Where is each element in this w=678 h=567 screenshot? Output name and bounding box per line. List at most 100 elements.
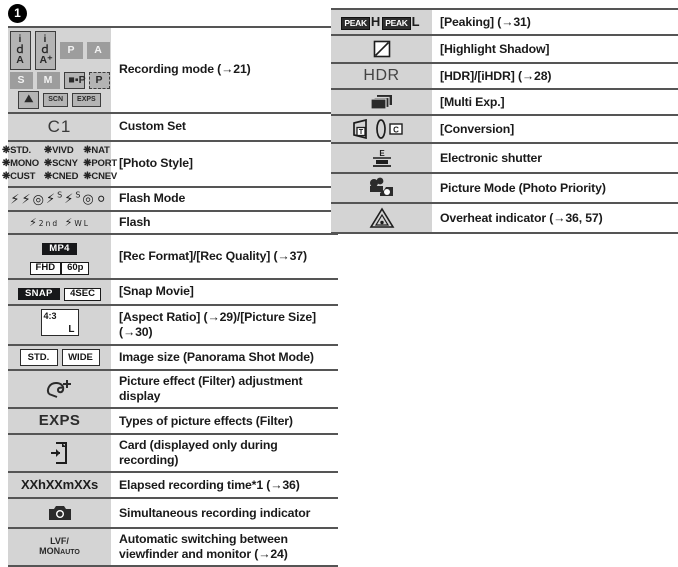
photo-style-item: ❋ STD.: [1, 144, 31, 156]
row-description: Recording mode (→21): [111, 26, 338, 114]
rec-format-icon: MP4 FHD 60p: [8, 233, 111, 280]
row-description: Image size (Panorama Shot Mode): [111, 344, 338, 372]
table-row: ⚡⚡◎⚡S⚡S◎⚪ Flash Mode: [8, 186, 338, 212]
picture-effect-adjust-icon: [8, 370, 111, 410]
flash-redeye-icon: ⚡◎: [21, 191, 46, 207]
hdr-icon: HDR: [331, 63, 432, 90]
table-row: [Highlight Shadow]: [331, 35, 678, 64]
row-description: Automatic switching between viewfinder a…: [111, 528, 338, 567]
mode-creative-movie-icon: ■▪P: [63, 71, 86, 89]
section-number-badge: 1: [8, 4, 27, 23]
photo-style-icons: ❋ STD. ❋ VIVD ❋ NAT ❋ MONO ❋ SCNY ❋ PORT ❋ CUST…: [2, 140, 117, 188]
mode-ia-plus-icon: iｄA⁺: [34, 31, 56, 70]
row-description: [Photo Style]: [111, 140, 338, 188]
row-description: Flash: [111, 210, 338, 235]
picture-effect-type-icon: EXPS: [8, 408, 111, 436]
svg-text:T: T: [358, 129, 363, 136]
row-description: [Peaking] (→31): [432, 8, 678, 36]
left-icon-table: iｄA iｄA⁺ P A S M ■▪P P ⛰ SCN EXPS Record…: [2, 26, 338, 567]
flash-slow-sync-icon: ⚡S: [45, 190, 65, 207]
multi-exposure-icon: [331, 89, 432, 117]
picture-effect-type-label: EXPS: [38, 412, 81, 430]
card-icon: [8, 434, 111, 474]
peak-chip-high-icon: PEAK: [341, 17, 370, 31]
row-description: Card (displayed only during recording): [111, 434, 338, 474]
snap-movie-label: SNAP: [18, 287, 60, 301]
table-row: HDR [HDR]/[iHDR] (→28): [331, 63, 678, 90]
table-row: Picture Mode (Photo Priority): [331, 173, 678, 205]
photo-style-item: ❋ PORT: [83, 157, 118, 169]
highlight-shadow-icon: [331, 35, 432, 64]
mode-p-icon: P: [59, 41, 83, 59]
table-row: T C [Conversion]: [331, 115, 678, 145]
mode-a-icon: A: [86, 41, 110, 59]
peak-chip-low-icon: PEAK: [382, 17, 411, 31]
row-description: Picture effect (Filter) adjustment displ…: [111, 370, 338, 410]
table-row: iｄA iｄA⁺ P A S M ■▪P P ⛰ SCN EXPS Record…: [8, 26, 338, 114]
mode-panorama-icon: ⛰: [18, 91, 40, 109]
peak-low-label: L: [411, 14, 420, 29]
peaking-icons: PEAK H PEAK L: [331, 8, 432, 36]
table-row: 4:3 L [Aspect Ratio] (→29)/[Picture Size…: [8, 304, 338, 346]
flash-off-icon: ⚪: [95, 191, 109, 207]
row-description: Picture Mode (Photo Priority): [432, 173, 678, 205]
table-row: E Electronic shutter: [331, 143, 678, 175]
table-row: STD. WIDE Image size (Panorama Shot Mode…: [8, 344, 338, 372]
row-description: Elapsed recording time*1 (→36): [111, 472, 338, 500]
hdr-label: HDR: [363, 67, 400, 84]
picture-size-value: L: [68, 323, 75, 335]
row-description: [Rec Format]/[Rec Quality] (→37): [111, 233, 338, 280]
electronic-shutter-icon: E: [331, 143, 432, 175]
table-row: PEAK H PEAK L [Peaking] (→31): [331, 8, 678, 36]
mode-ia-icon: iｄA: [9, 31, 31, 70]
rec-format-label: MP4: [42, 242, 77, 256]
row-description: [Snap Movie]: [111, 278, 338, 306]
photo-style-item: ❋ SCNY: [43, 157, 78, 169]
aspect-ratio-icon: 4:3 L: [8, 304, 111, 346]
photo-style-item: ❋ MONO: [1, 157, 39, 169]
snap-movie-duration-label: 4SEC: [64, 287, 101, 301]
table-row: Picture effect (Filter) adjustment displ…: [8, 370, 338, 410]
panorama-standard-icon: STD.: [19, 348, 58, 367]
mode-m-icon: M: [36, 71, 60, 89]
custom-set-label: C1: [47, 116, 72, 136]
right-icon-table: PEAK H PEAK L [Peaking] (→31) [Highlight Sh…: [331, 8, 678, 235]
table-row: Card (displayed only during recording): [8, 434, 338, 474]
elapsed-time-label: XXhXXmXXs: [21, 477, 98, 493]
table-row: [Multi Exp.]: [331, 89, 678, 117]
row-description: [Aspect Ratio] (→29)/[Picture Size] (→30…: [111, 304, 338, 346]
peak-high-label: H: [370, 14, 381, 29]
svg-text:C: C: [393, 126, 399, 135]
table-row: Overheat indicator (→36, 57): [331, 203, 678, 235]
flash-wireless-icon: ⚡WL: [64, 215, 90, 229]
lvf-line2: MON: [39, 546, 61, 557]
row-description: Custom Set: [111, 112, 338, 142]
elapsed-time-icon: XXhXXmXXs: [8, 472, 111, 500]
simultaneous-recording-icon: [8, 498, 111, 530]
row-description: Electronic shutter: [432, 143, 678, 175]
custom-set-icon: C1: [8, 112, 111, 142]
flash-auto-icon: ⚡: [10, 191, 22, 207]
table-row: SNAP 4SEC [Snap Movie]: [8, 278, 338, 306]
table-row: MP4 FHD 60p [Rec Format]/[Rec Quality] (→…: [8, 233, 338, 280]
row-description: Simultaneous recording indicator: [111, 498, 338, 530]
row-description: Overheat indicator (→36, 57): [432, 203, 678, 235]
table-row: EXPS Types of picture effects (Filter): [8, 408, 338, 436]
table-row: ❋ STD. ❋ VIVD ❋ NAT ❋ MONO ❋ SCNY ❋ PORT ❋ CUST…: [2, 140, 338, 188]
mode-custom-p-icon: P: [88, 71, 110, 89]
row-description: Types of picture effects (Filter): [111, 408, 338, 436]
photo-style-item: ❋ NAT: [83, 144, 110, 156]
table-row: LVF/ MONAUTO Automatic switching between…: [8, 528, 338, 567]
panorama-size-icons: STD. WIDE: [8, 344, 111, 372]
rec-quality-fps-label: 60p: [61, 261, 90, 275]
aspect-ratio-value: 4:3: [43, 310, 57, 321]
table-row: Simultaneous recording indicator: [8, 498, 338, 530]
photo-style-item: ❋ CNED: [43, 170, 79, 182]
table-row: C1 Custom Set: [8, 112, 338, 142]
panorama-wide-icon: WIDE: [61, 348, 100, 367]
mode-creative-control-icon: EXPS: [72, 92, 101, 107]
photo-style-item: ❋ CNEV: [83, 170, 118, 182]
flash-mode-icons: ⚡⚡◎⚡S⚡S◎⚪: [8, 186, 111, 212]
lvf-auto-suffix: AUTO: [60, 549, 80, 557]
overheat-indicator-icon: [331, 203, 432, 235]
